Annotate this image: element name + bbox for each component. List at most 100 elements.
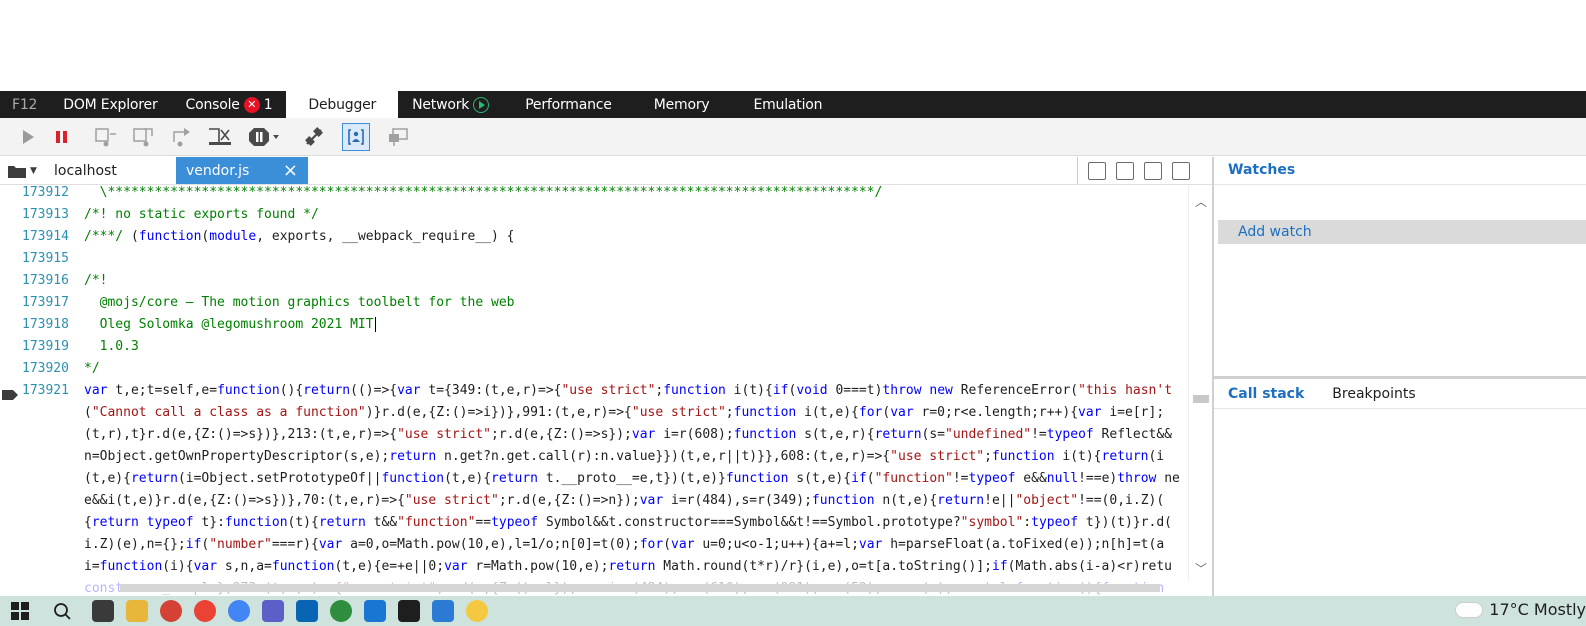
line-number: 173912 xyxy=(22,185,69,200)
step-into-icon[interactable] xyxy=(92,123,120,151)
vertical-scrollbar[interactable]: ︿ ﹀ xyxy=(1188,185,1212,581)
source-tab-localhost-label: localhost xyxy=(54,162,117,179)
line-code: \***************************************… xyxy=(84,185,883,200)
close-icon[interactable]: × xyxy=(283,161,298,180)
line-number: 173917 xyxy=(22,295,69,310)
horizontal-scrollbar-thumb[interactable] xyxy=(120,584,1160,592)
chrome-icon[interactable] xyxy=(160,600,182,622)
task-view-icon[interactable] xyxy=(92,600,114,622)
tab-f12[interactable]: F12 xyxy=(0,91,49,118)
folder-icon xyxy=(8,165,27,178)
line-number: 173919 xyxy=(22,339,69,354)
step-over-icon[interactable] xyxy=(130,123,158,151)
line-code: e&&i(t,e)}r.d(e,{Z:()=>s})},70:(t,e,r)=>… xyxy=(84,493,1165,508)
vscode-icon[interactable] xyxy=(432,600,454,622)
record-icon xyxy=(473,96,490,113)
browser-icon[interactable] xyxy=(466,600,488,622)
error-icon: ✕ xyxy=(243,96,260,113)
code-line[interactable]: ("Cannot call a class as a function")}r.… xyxy=(0,402,1188,424)
tab-network[interactable]: Network xyxy=(398,91,503,118)
code-line[interactable]: 173912 \********************************… xyxy=(0,185,1188,204)
scrollbar-thumb[interactable] xyxy=(1193,395,1209,403)
code-line[interactable]: 173915 xyxy=(0,248,1188,270)
tab-performance[interactable]: Performance xyxy=(503,91,626,118)
maps-icon[interactable] xyxy=(330,600,352,622)
source-map-icon[interactable] xyxy=(1144,161,1162,180)
code-editor[interactable]: 173912 \********************************… xyxy=(0,185,1188,596)
side-panel: Watches Add watch Call stack Breakpoints xyxy=(1212,157,1586,596)
code-line[interactable]: n=Object.getOwnPropertyDescriptor(s,e);r… xyxy=(0,446,1188,468)
tab-f12-label: F12 xyxy=(12,96,38,113)
code-line[interactable]: 173916 /*! xyxy=(0,270,1188,292)
code-line[interactable]: (t,e){return(i=Object.setPrototypeOf||fu… xyxy=(0,468,1188,490)
code-line[interactable]: 173920 */ xyxy=(0,358,1188,380)
weather-widget[interactable]: 17°C Mostly xyxy=(1455,600,1586,619)
console-error-count: 1 xyxy=(263,96,273,113)
file-explorer-icon[interactable] xyxy=(126,600,148,622)
open-document-button[interactable]: ▼ xyxy=(0,157,44,184)
cloud-icon xyxy=(1455,601,1484,618)
tab-memory[interactable]: Memory xyxy=(626,91,724,118)
line-code: n=Object.getOwnPropertyDescriptor(s,e);r… xyxy=(84,449,1165,464)
exception-behavior-icon[interactable] xyxy=(248,123,282,151)
step-out-icon[interactable] xyxy=(168,123,196,151)
continue-icon[interactable] xyxy=(14,123,42,151)
code-line[interactable]: 173919 1.0.3 xyxy=(0,336,1188,358)
code-line[interactable]: (t,r),t}r.d(e,{Z:()=>s})},213:(t,e,r)=>{… xyxy=(0,424,1188,446)
terminal-icon[interactable] xyxy=(398,600,420,622)
code-line[interactable]: 173914 /***/ (function(module, exports, _… xyxy=(0,226,1188,248)
line-code: Oleg Solomka @legomushroom 2021 MIT xyxy=(84,317,376,332)
tab-emulation[interactable]: Emulation xyxy=(723,91,836,118)
breakpoint-list-icon[interactable] xyxy=(384,123,412,151)
break-icon[interactable] xyxy=(48,123,76,151)
add-watch-button[interactable]: Add watch xyxy=(1218,220,1586,244)
line-code: {return typeof t}:function(t){return t&&… xyxy=(84,515,1173,530)
disconnect-debugger-icon[interactable] xyxy=(300,123,328,151)
line-code: @mojs/core – The motion graphics toolbel… xyxy=(84,295,515,310)
windows-start-icon[interactable] xyxy=(10,601,30,621)
tab-call-stack[interactable]: Call stack xyxy=(1214,386,1318,402)
google-app-icon[interactable] xyxy=(228,600,250,622)
source-actions xyxy=(1077,157,1212,184)
tab-debugger[interactable]: Debugger xyxy=(286,91,399,118)
google-icon[interactable] xyxy=(194,600,216,622)
code-line[interactable]: 173921 var t,e;t=self,e=function(){return… xyxy=(0,380,1188,402)
search-icon[interactable] xyxy=(52,601,72,621)
word-wrap-icon[interactable] xyxy=(1116,161,1134,180)
show-outline-icon[interactable] xyxy=(1172,161,1190,180)
line-code: /***/ (function(module, exports, __webpa… xyxy=(84,229,515,244)
code-line[interactable]: 173917 @mojs/core – The motion graphics … xyxy=(0,292,1188,314)
breakpoint-marker-icon[interactable] xyxy=(2,386,18,400)
tab-network-label: Network xyxy=(412,96,470,113)
tab-console[interactable]: Console ✕ 1 xyxy=(172,91,287,118)
windows-taskbar: 17°C Mostly xyxy=(0,596,1586,626)
app-diamond-icon[interactable] xyxy=(364,600,386,622)
code-line[interactable]: i.Z)(e),n={};if("number"===r){var a=0,o=… xyxy=(0,534,1188,556)
line-code: /*! no static exports found */ xyxy=(84,207,319,222)
break-on-new-worker-icon[interactable] xyxy=(206,123,234,151)
pretty-print-icon[interactable] xyxy=(1088,161,1106,180)
code-line[interactable]: {return typeof t}:function(t){return t&&… xyxy=(0,512,1188,534)
code-line[interactable]: 173913 /*! no static exports found */ xyxy=(0,204,1188,226)
line-code: i=function(i){var s,n,a=function(t,e){e=… xyxy=(84,559,1172,574)
tab-dom-explorer-label: DOM Explorer xyxy=(63,96,158,113)
source-tab-localhost[interactable]: localhost xyxy=(44,157,176,184)
just-my-code-icon[interactable] xyxy=(342,122,370,151)
code-line[interactable]: i=function(i){var s,n,a=function(t,e){e=… xyxy=(0,556,1188,578)
tab-emulation-label: Emulation xyxy=(753,96,823,113)
code-line[interactable]: e&&i(t,e)}r.d(e,{Z:()=>s})},70:(t,e,r)=>… xyxy=(0,490,1188,512)
line-number: 173921 xyxy=(22,383,69,398)
tab-dom-explorer[interactable]: DOM Explorer xyxy=(49,91,171,118)
scroll-down-icon[interactable]: ﹀ xyxy=(1195,560,1207,577)
line-code: (t,r),t}r.d(e,{Z:()=>s})},213:(t,e,r)=>{… xyxy=(84,427,1173,442)
scroll-up-icon[interactable]: ︿ xyxy=(1195,193,1207,210)
code-line[interactable]: 173918 Oleg Solomka @legomushroom 2021 M… xyxy=(0,314,1188,336)
source-tab-vendor-js[interactable]: vendor.js × xyxy=(176,157,308,184)
teams-icon[interactable] xyxy=(262,600,284,622)
horizontal-scrollbar[interactable] xyxy=(80,581,1188,596)
line-code: ("Cannot call a class as a function")}r.… xyxy=(84,405,1165,420)
line-number: 173920 xyxy=(22,361,69,376)
outlook-icon[interactable] xyxy=(296,600,318,622)
watches-header[interactable]: Watches xyxy=(1214,157,1586,185)
tab-breakpoints[interactable]: Breakpoints xyxy=(1318,386,1429,402)
